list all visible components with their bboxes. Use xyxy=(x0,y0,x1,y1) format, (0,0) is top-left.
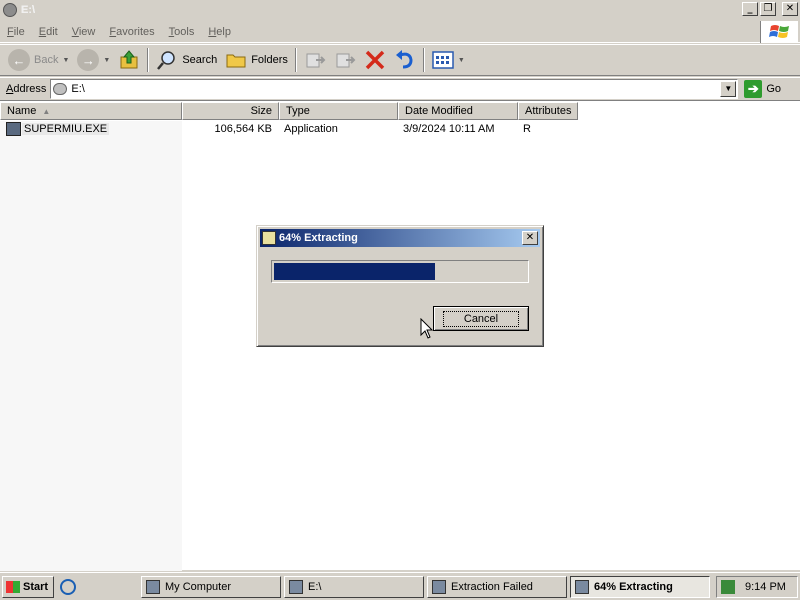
go-arrow-icon: ➔ xyxy=(744,79,763,98)
column-header-date-modified[interactable]: Date Modified xyxy=(398,102,518,120)
sort-ascending-icon: ▲ xyxy=(42,107,51,116)
copy-to-button[interactable] xyxy=(330,46,360,74)
address-bar: Address E:\ ▼ ➔ Go xyxy=(0,77,800,99)
menu-favorites[interactable]: Favorites xyxy=(102,26,161,38)
column-header-size[interactable]: Size xyxy=(182,102,279,120)
drive-icon xyxy=(53,82,68,95)
extraction-progress-bar xyxy=(271,260,529,283)
back-button[interactable]: ← Back ▼ xyxy=(4,46,73,74)
up-folder-icon xyxy=(120,50,138,69)
taskbar-item-extraction-failed[interactable]: Extraction Failed xyxy=(427,576,567,598)
drive-icon xyxy=(3,2,17,17)
address-label: Address xyxy=(6,82,47,95)
application-icon xyxy=(6,122,21,136)
folder-icon xyxy=(226,54,246,68)
taskbar-item-e-drive[interactable]: E:\ xyxy=(284,576,424,598)
column-header-name[interactable]: Name ▲ xyxy=(0,102,182,120)
dialog-titlebar[interactable]: 64% Extracting ✕ xyxy=(260,229,540,247)
dialog-close-button[interactable]: ✕ xyxy=(522,231,538,245)
network-icon[interactable] xyxy=(721,580,735,594)
taskbar-item-my-computer[interactable]: My Computer xyxy=(141,576,281,598)
copy-to-icon xyxy=(336,53,356,68)
restore-button[interactable]: ❐ xyxy=(760,2,776,16)
windows-logo xyxy=(760,21,798,43)
system-tray: 9:14 PM xyxy=(716,576,798,598)
dropdown-arrow-icon[interactable]: ▼ xyxy=(458,57,465,64)
delete-button[interactable] xyxy=(360,46,390,74)
file-size: 106,564 KB xyxy=(214,123,273,135)
file-attributes: R xyxy=(523,123,531,135)
archive-icon xyxy=(432,580,446,594)
toolbar-separator xyxy=(422,48,425,72)
up-folder-button[interactable] xyxy=(114,46,144,74)
address-dropdown-button[interactable]: ▼ xyxy=(720,80,737,97)
menu-help[interactable]: Help xyxy=(201,26,238,38)
archive-icon xyxy=(262,231,276,245)
file-type: Application xyxy=(284,123,338,135)
cancel-button[interactable]: Cancel xyxy=(433,306,529,331)
window-titlebar[interactable]: E:\ _ ❐ ✕ xyxy=(0,0,800,19)
window-title: E:\ xyxy=(21,3,36,16)
taskbar-item-extracting[interactable]: 64% Extracting xyxy=(570,576,710,598)
table-row[interactable]: SUPERMIU.EXE 106,564 KB Application 3/9/… xyxy=(0,121,800,138)
toolbar-separator xyxy=(147,48,150,72)
undo-button[interactable] xyxy=(390,46,420,74)
delete-icon xyxy=(365,50,385,70)
windows-flag-icon xyxy=(6,580,20,593)
extracting-dialog: 64% Extracting ✕ Cancel xyxy=(256,225,544,347)
caption-buttons: _ ❐ ✕ xyxy=(742,2,798,16)
drive-icon xyxy=(289,580,303,594)
menu-tools[interactable]: Tools xyxy=(162,26,202,38)
mouse-cursor-icon xyxy=(420,318,434,339)
dropdown-arrow-icon[interactable]: ▼ xyxy=(103,57,110,64)
views-button[interactable]: ▼ xyxy=(428,46,469,74)
sorted-column-highlight xyxy=(0,121,182,571)
close-button[interactable]: ✕ xyxy=(782,2,798,16)
move-to-button[interactable] xyxy=(300,46,330,74)
menu-bar: File Edit View Favorites Tools Help xyxy=(0,21,800,43)
forward-button[interactable]: → ▼ xyxy=(73,46,114,74)
internet-explorer-icon[interactable] xyxy=(60,578,76,595)
back-arrow-icon: ← xyxy=(8,49,30,71)
folders-button[interactable]: Folders xyxy=(221,46,292,74)
archive-icon xyxy=(575,580,589,594)
toolbar-separator xyxy=(294,48,297,72)
computer-icon xyxy=(146,580,160,594)
column-header-attributes[interactable]: Attributes xyxy=(518,102,578,120)
undo-icon xyxy=(395,50,413,69)
standard-toolbar: ← Back ▼ → ▼ Search Folders ▼ xyxy=(0,44,800,76)
forward-arrow-icon: → xyxy=(77,49,100,71)
minimize-button[interactable]: _ xyxy=(742,2,758,16)
menu-view[interactable]: View xyxy=(65,26,103,38)
file-name[interactable]: SUPERMIU.EXE xyxy=(22,123,110,135)
search-icon xyxy=(157,51,176,70)
dropdown-arrow-icon[interactable]: ▼ xyxy=(62,57,69,64)
start-button[interactable]: Start xyxy=(2,575,54,598)
move-to-icon xyxy=(306,53,326,68)
menu-file[interactable]: File xyxy=(0,26,32,38)
progress-fill xyxy=(274,263,436,280)
column-header-type[interactable]: Type xyxy=(279,102,398,120)
address-input[interactable]: E:\ ▼ xyxy=(50,78,739,99)
go-button[interactable]: ➔ Go xyxy=(744,79,781,98)
menu-edit[interactable]: Edit xyxy=(32,26,65,38)
file-date-modified: 3/9/2024 10:11 AM xyxy=(403,123,495,135)
clock[interactable]: 9:14 PM xyxy=(745,581,786,593)
search-button[interactable]: Search xyxy=(152,46,221,74)
views-icon xyxy=(432,51,454,69)
address-value: E:\ xyxy=(71,82,85,95)
taskbar: Start My Computer E:\ Extraction Failed … xyxy=(0,572,800,600)
dialog-title: 64% Extracting xyxy=(279,232,358,244)
